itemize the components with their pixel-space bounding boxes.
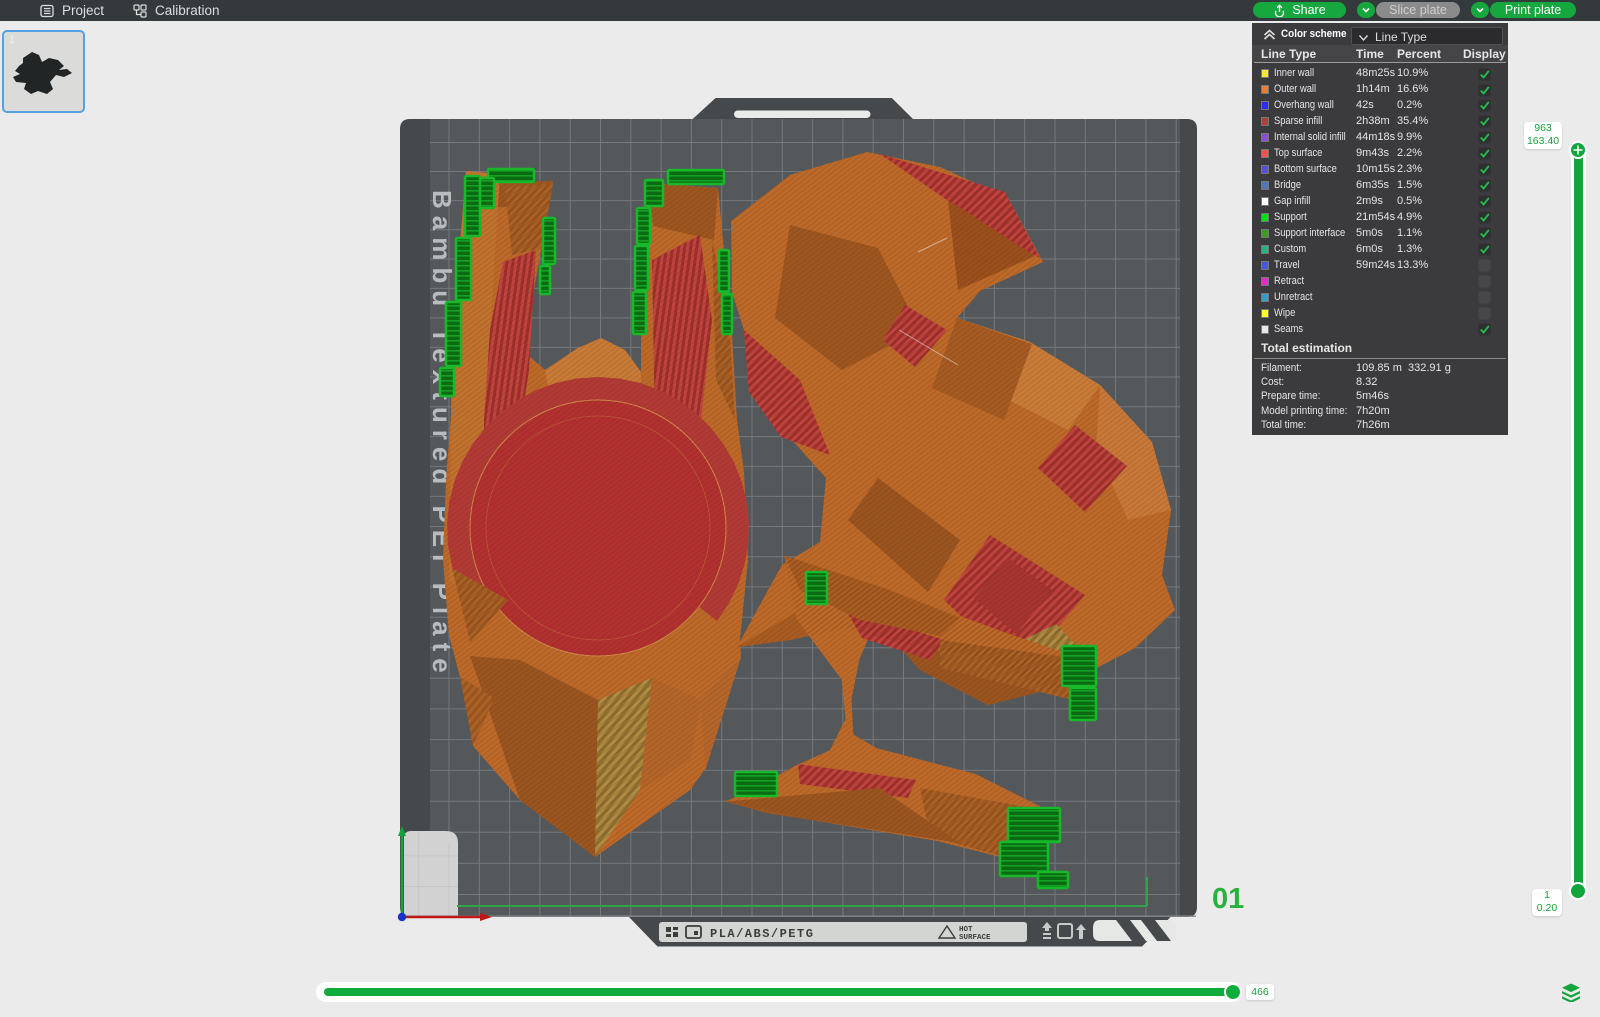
svg-text:01: 01: [1212, 883, 1244, 915]
svg-text:SURFACE: SURFACE: [959, 934, 991, 942]
svg-text:PLA/ABS/PETG: PLA/ABS/PETG: [710, 927, 814, 941]
svg-text:HOT: HOT: [959, 926, 973, 934]
